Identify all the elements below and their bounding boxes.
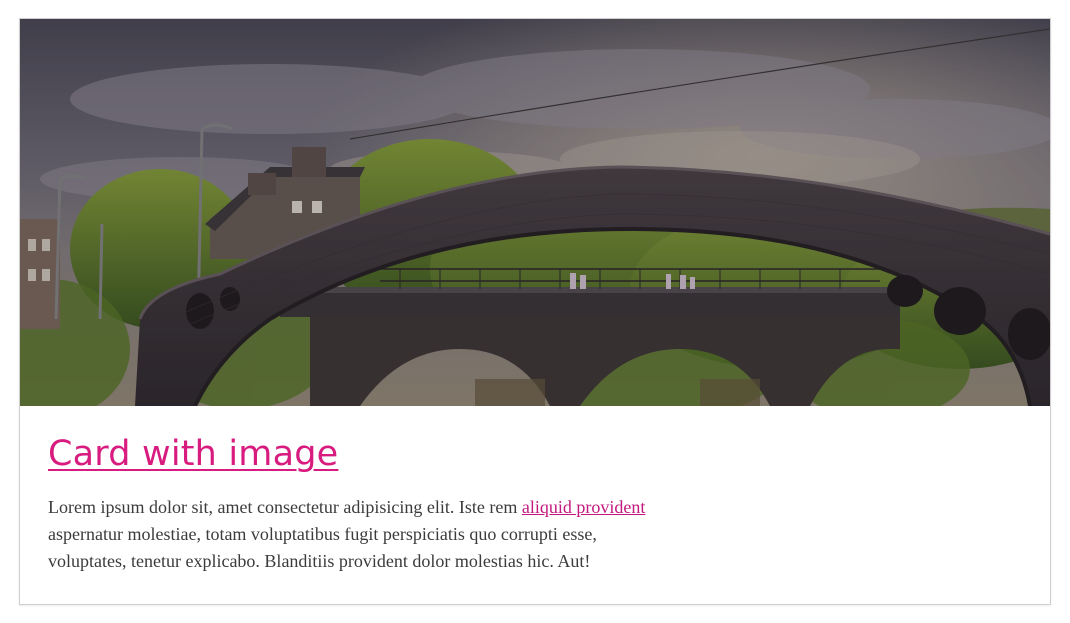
description-text-after-link: aspernatur molestiae, totam voluptatibus… <box>48 524 597 571</box>
bridge-photo <box>20 19 1050 406</box>
card-image <box>20 19 1050 406</box>
card-body: Card with image Lorem ipsum dolor sit, a… <box>20 406 1050 604</box>
card-title: Card with image <box>48 432 1022 476</box>
description-inline-link[interactable]: aliquid provident <box>522 497 645 517</box>
card-title-link[interactable]: Card with image <box>48 434 338 474</box>
card-description: Lorem ipsum dolor sit, amet consectetur … <box>48 494 648 575</box>
card: Card with image Lorem ipsum dolor sit, a… <box>19 18 1051 605</box>
description-text-before-link: Lorem ipsum dolor sit, amet consectetur … <box>48 497 522 517</box>
